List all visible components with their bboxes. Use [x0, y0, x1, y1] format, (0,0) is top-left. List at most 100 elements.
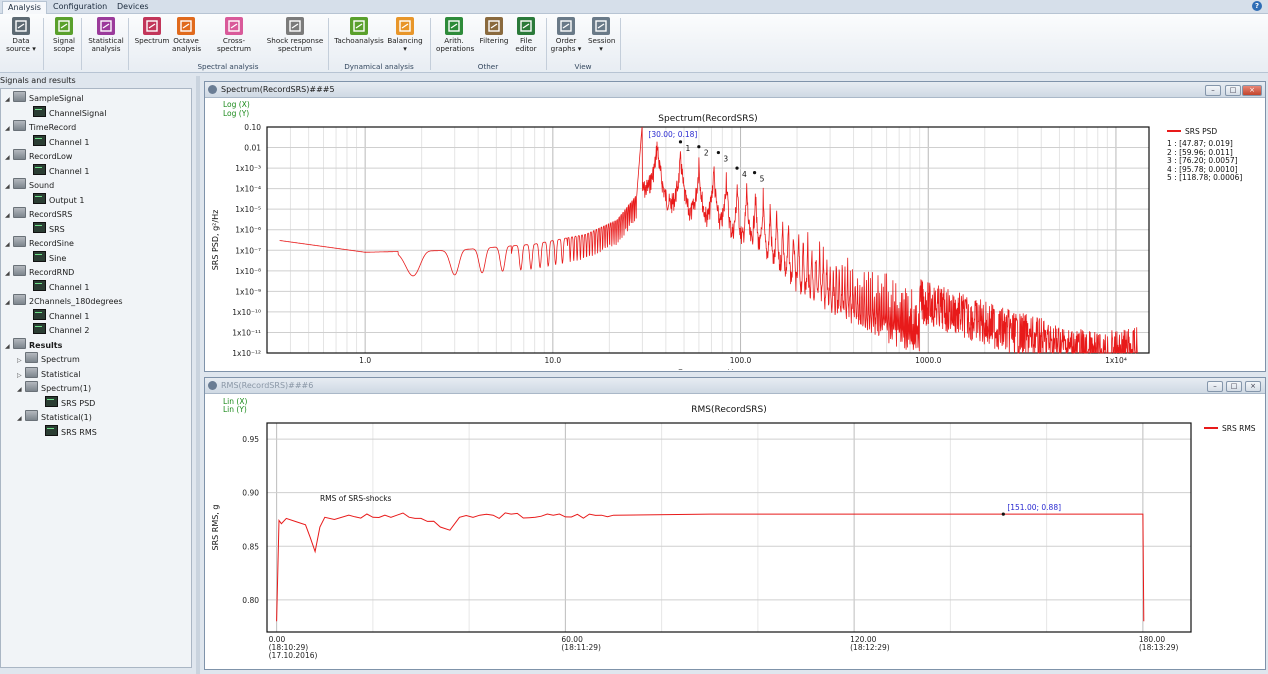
- signal-scope-button[interactable]: Signal scope: [48, 17, 80, 53]
- balancing-button[interactable]: Balancing ▾: [386, 17, 424, 53]
- tree-node[interactable]: Channel 1: [17, 163, 90, 178]
- tree-node[interactable]: ◢ 2Channels_180degrees: [5, 294, 123, 308]
- collapse-icon[interactable]: ◢: [5, 238, 13, 252]
- y-tick-label: 1x10⁻⁴: [235, 185, 261, 194]
- tree-node[interactable]: SRS: [17, 221, 65, 236]
- tree-node[interactable]: ChannelSignal: [17, 105, 106, 120]
- tree-node-label: Spectrum: [41, 355, 80, 364]
- collapse-icon[interactable]: ◢: [5, 340, 13, 354]
- cursor-readout: [30.00; 0.18]: [648, 130, 697, 139]
- octave-icon: [177, 17, 195, 35]
- close-button[interactable]: ×: [1242, 85, 1262, 96]
- statistical-button[interactable]: Statistical analysis: [86, 17, 126, 53]
- collapse-icon[interactable]: ◢: [5, 180, 13, 194]
- tree-node-label: Channel 1: [49, 166, 90, 176]
- tree-node[interactable]: ◢ TimeRecord: [5, 120, 76, 134]
- octave-button[interactable]: Octave analysis: [172, 17, 201, 53]
- tab-devices[interactable]: Devices: [112, 1, 154, 13]
- help-icon[interactable]: ?: [1252, 1, 1262, 11]
- close-button[interactable]: ×: [1245, 381, 1261, 392]
- tree-node[interactable]: Channel 1: [17, 308, 89, 323]
- tree-node[interactable]: ◢ RecordRND: [5, 265, 74, 279]
- ribbon-button-label: Shock response spectrum: [266, 36, 324, 53]
- tacho-button[interactable]: Tachoanalysis: [334, 17, 384, 45]
- tree-node[interactable]: Sine: [17, 250, 66, 265]
- ribbon: Data source ▾ Signal scope Statistical ana…: [0, 14, 1268, 73]
- pane-splitter[interactable]: [196, 76, 200, 674]
- tree-node[interactable]: ◢ RecordSRS: [5, 207, 72, 221]
- tree-node[interactable]: ◢ RecordLow: [5, 149, 72, 163]
- session-button[interactable]: Session ▾: [588, 17, 615, 53]
- folder-icon: [25, 381, 38, 392]
- ribbon-button-label: Filtering: [479, 36, 509, 45]
- folder-icon: [13, 236, 26, 247]
- collapse-icon[interactable]: ◢: [5, 267, 13, 281]
- spectrum-window: Spectrum(RecordSRS)###5 – □ × Log (X) Lo…: [204, 81, 1266, 372]
- tree-node[interactable]: ◢ Spectrum(1): [17, 381, 91, 395]
- tree-node[interactable]: ▷ Spectrum: [17, 352, 80, 366]
- shock-button[interactable]: Shock response spectrum: [264, 17, 326, 53]
- maximize-button[interactable]: □: [1225, 85, 1241, 96]
- cursor-readout: [151.00; 0.88]: [1007, 503, 1061, 512]
- session-icon: [592, 17, 610, 35]
- minimize-button[interactable]: –: [1205, 85, 1221, 96]
- filter-button[interactable]: Filtering: [478, 17, 510, 45]
- data-source-button[interactable]: Data source ▾: [4, 17, 38, 53]
- tree-node[interactable]: Channel 2: [17, 323, 89, 337]
- tree-node[interactable]: ◢ Sound: [5, 178, 54, 192]
- collapse-icon[interactable]: ◢: [5, 93, 13, 107]
- order-graphs-button[interactable]: Order graphs ▾: [550, 17, 582, 53]
- cross-spectrum-button[interactable]: Cross-spectrum: [206, 17, 262, 53]
- tacho-icon: [350, 17, 368, 35]
- spectrum-button[interactable]: Spectrum: [134, 17, 170, 45]
- tree-node[interactable]: Output 1: [17, 192, 84, 207]
- minimize-button[interactable]: –: [1207, 381, 1223, 392]
- x-tick-label: (18:13:29): [1139, 643, 1179, 652]
- balancing-icon: [396, 17, 414, 35]
- spectrum-window-title[interactable]: Spectrum(RecordSRS)###5 – □ ×: [205, 82, 1265, 98]
- tab-configuration[interactable]: Configuration: [48, 1, 112, 13]
- tree-node[interactable]: ▷ Statistical: [17, 366, 81, 381]
- collapse-icon[interactable]: ◢: [5, 209, 13, 223]
- spectrum-window-title-text: Spectrum(RecordSRS)###5: [221, 85, 335, 94]
- rms-chart[interactable]: 0.950.900.850.800.00(18:10:29)(17.10.201…: [205, 394, 1263, 668]
- tree-node[interactable]: ◢ SampleSignal: [5, 91, 84, 105]
- tree-node-label: SRS PSD: [61, 398, 96, 408]
- collapse-icon[interactable]: ◢: [17, 383, 25, 397]
- collapse-icon[interactable]: ◢: [5, 296, 13, 310]
- spectrum-chart[interactable]: 0.10 0.01 1x10⁻³ 1x10⁻⁴ 1x10⁻⁵ 1x10⁻⁶ 1x10⁻⁷ 1x…: [205, 98, 1263, 370]
- rms-window-title[interactable]: RMS(RecordSRS)###6 – □ ×: [205, 378, 1265, 394]
- plot-frame: [266, 422, 1192, 633]
- y-tick-label: 0.10: [244, 123, 261, 132]
- file-editor-button[interactable]: File editor: [511, 17, 541, 53]
- peak-label: 2: [704, 149, 709, 158]
- peak-label: 5: [760, 175, 765, 184]
- order-graphs-icon: [557, 17, 575, 35]
- tree-node[interactable]: Channel 1: [17, 134, 89, 149]
- tab-analysis[interactable]: Analysis: [2, 1, 47, 14]
- signals-tree[interactable]: ◢ SampleSignal ChannelSignal ◢ TimeRecord Cha…: [0, 88, 192, 668]
- maximize-button[interactable]: □: [1226, 381, 1242, 392]
- tree-node[interactable]: ◢ Statistical(1): [17, 410, 92, 424]
- collapse-icon[interactable]: ◢: [17, 412, 25, 426]
- rms-window: RMS(RecordSRS)###6 – □ × Lin (X) Lin (Y)…: [204, 377, 1266, 670]
- peak-marker: [697, 145, 701, 149]
- tree-node[interactable]: SRS RMS: [29, 424, 97, 439]
- x-tick-label: 100.0: [730, 356, 752, 365]
- tree-node[interactable]: SRS PSD: [29, 395, 96, 410]
- rms-window-title-text: RMS(RecordSRS)###6: [221, 381, 314, 390]
- tree-node[interactable]: ◢ Results: [5, 337, 62, 354]
- series-line-srs-rms: [276, 512, 1145, 622]
- arith-button[interactable]: Arith. operations: [436, 17, 475, 53]
- collapse-icon[interactable]: ◢: [5, 122, 13, 136]
- collapse-icon[interactable]: ◢: [5, 151, 13, 165]
- tree-node[interactable]: Channel 1: [17, 279, 89, 294]
- ribbon-button-label: Signal scope: [52, 36, 76, 53]
- data-source-icon: [12, 17, 30, 35]
- ribbon-button-label: Arith. operations: [436, 36, 475, 53]
- statistical-icon: [97, 17, 115, 35]
- ribbon-group-label: View: [574, 62, 592, 71]
- ribbon-button-label: File editor: [515, 36, 537, 53]
- tree-node[interactable]: ◢ RecordSine: [5, 236, 74, 250]
- ribbon-tabbar: Analysis Configuration Devices ?: [0, 0, 1268, 14]
